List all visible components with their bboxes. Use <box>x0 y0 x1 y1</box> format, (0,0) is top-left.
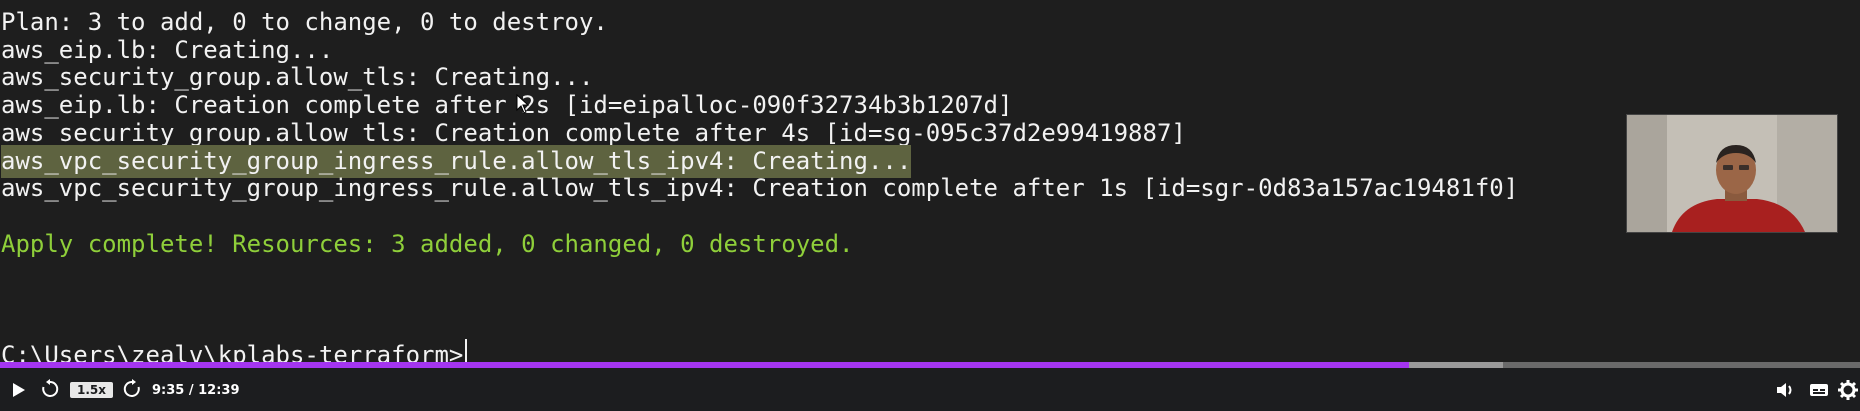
settings-button[interactable] <box>1836 376 1860 404</box>
captions-icon <box>1810 384 1828 396</box>
forward-5-icon <box>123 379 140 397</box>
presenter-image <box>1627 115 1837 232</box>
prompt-text: C:\Users\zealv\kplabs-terraform> <box>1 341 464 363</box>
mouse-pointer-icon <box>516 94 530 114</box>
rewind-5-icon <box>42 379 59 397</box>
terminal-line-ingress-complete: aws_vpc_security_group_ingress_rule.allo… <box>1 174 1519 202</box>
captions-button[interactable] <box>1806 377 1832 403</box>
terminal-prompt[interactable]: C:\Users\zealv\kplabs-terraform> <box>1 339 468 363</box>
rewind-button[interactable] <box>38 377 62 401</box>
forward-button[interactable] <box>120 377 144 401</box>
video-control-bar: 1.5x 9:35 / 12:39 <box>0 368 1860 411</box>
text-cursor <box>465 339 468 363</box>
volume-button[interactable] <box>1772 377 1798 403</box>
gear-icon <box>1838 380 1858 400</box>
playback-speed-button[interactable]: 1.5x <box>70 382 113 398</box>
time-display: 9:35 / 12:39 <box>152 382 240 398</box>
play-button[interactable] <box>6 378 30 402</box>
volume-icon <box>1777 383 1792 397</box>
terminal-window: Plan: 3 to add, 0 to change, 0 to destro… <box>0 0 1860 363</box>
webcam-overlay <box>1626 114 1838 233</box>
terminal-line-apply-complete: Apply complete! Resources: 3 added, 0 ch… <box>1 230 854 258</box>
play-icon <box>13 383 25 397</box>
